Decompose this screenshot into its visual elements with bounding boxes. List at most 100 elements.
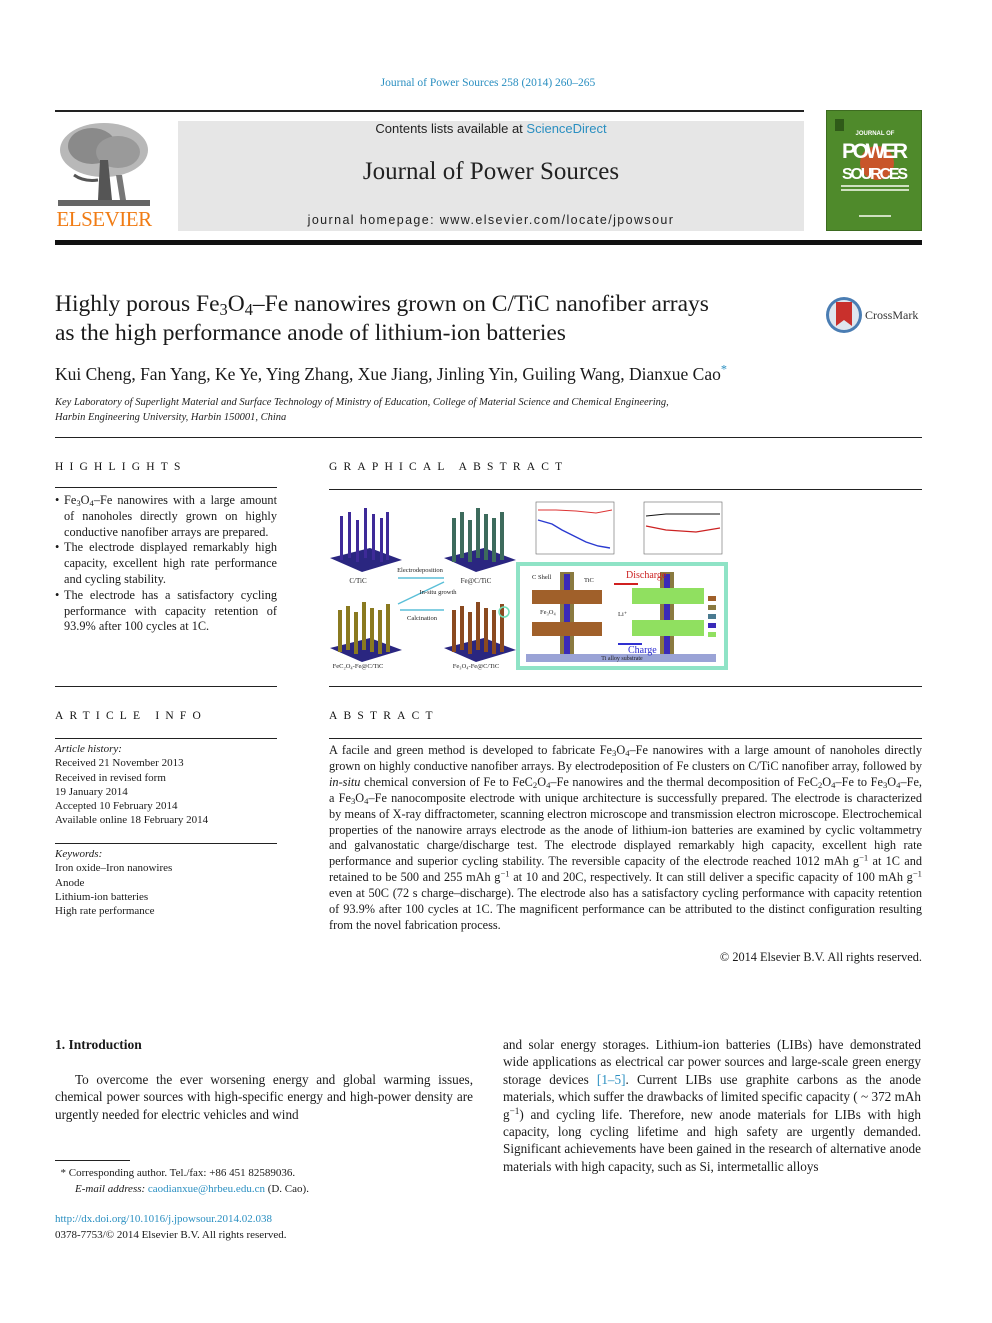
crossmark-icon [826, 297, 862, 333]
keywords: Keywords: Iron oxide–Iron nanowires Anod… [55, 847, 277, 918]
article-title: Highly porous Fe3O4–Fe nanowires grown o… [55, 290, 815, 348]
body-span: ) and cycling life. Therefore, new anode… [503, 1106, 921, 1174]
keyword-item: Iron oxide–Iron nanowires [55, 862, 173, 875]
highlight-item: The electrode displayed remarkably high … [55, 540, 277, 587]
abstract-span: A facile and green method is developed t… [329, 743, 612, 757]
label-electrodeposition: Electrodeposition [397, 567, 444, 574]
email-label: E-mail address: [75, 1183, 146, 1195]
fec2o4-array-illustration [330, 602, 402, 662]
abstract-rule-top [329, 738, 922, 739]
fe3o4-array-illustration [444, 602, 516, 662]
doi-link[interactable]: http://dx.doi.org/10.1016/j.jpowsour.201… [55, 1211, 287, 1227]
article-info-rule-top [55, 738, 277, 739]
abstract-span: at 10 and 20C, respectively. It can stil… [509, 870, 913, 885]
journal-title: Journal of Power Sources [362, 158, 620, 185]
affiliation: Key Laboratory of Superlight Material an… [55, 395, 815, 425]
intro-paragraph-right: and solar energy storages. Lithium-ion b… [503, 1036, 921, 1175]
authors-text: Kui Cheng, Fan Yang, Ke Ye, Ying Zhang, … [55, 364, 721, 384]
label-c-shell: C Shell [532, 574, 552, 581]
email-suffix: (D. Cao). [264, 1183, 309, 1195]
crossmark-badge[interactable]: CrossMark [825, 296, 925, 334]
article-info-heading: ARTICLE INFO [55, 710, 207, 722]
history-item: Received in revised form [55, 771, 166, 784]
journal-reference-link[interactable]: Journal of Power Sources 258 (2014) 260–… [0, 77, 976, 89]
cover-line2: POWER [842, 140, 908, 163]
fe-ctic-array-illustration [444, 508, 516, 572]
abstract-span: –Fe to Fe [835, 774, 883, 789]
journal-masthead: Contents lists available at ScienceDirec… [178, 121, 804, 231]
cover-line1: JOURNAL OF [856, 131, 895, 137]
label-insitu-growth: In-situ growth [419, 589, 457, 596]
abstract-sup: −1 [859, 852, 869, 863]
highlights-rule-bottom [55, 686, 277, 687]
affiliation-rule [55, 437, 922, 438]
section-heading-introduction: 1. Introduction [55, 1037, 142, 1052]
footnote-text: Corresponding author. Tel./fax: +86 451 … [66, 1167, 296, 1179]
abstract-sup: −1 [912, 868, 922, 879]
crossmark-label: CrossMark [865, 308, 919, 322]
highlight-text: O [80, 493, 90, 507]
body-sup: −1 [509, 1105, 520, 1116]
ctic-array-illustration [330, 508, 402, 572]
label-calcination: Calcination [407, 615, 438, 622]
email-link[interactable]: caodianxue@hrbeu.edu.cn [148, 1183, 265, 1195]
abstract-text: A facile and green method is developed t… [329, 743, 922, 934]
keywords-label: Keywords: [55, 848, 103, 860]
abstract-span: –Fe nanocomposite electrode with unique … [329, 790, 922, 869]
contents-available-line: Contents lists available at ScienceDirec… [178, 121, 804, 136]
corresponding-author-marker[interactable]: * [721, 362, 727, 376]
keyword-item: High rate performance [55, 905, 155, 918]
affiliation-line: Key Laboratory of Superlight Material an… [55, 397, 669, 408]
highlights-heading: HIGHLIGHTS [55, 461, 187, 473]
footnote-rule [55, 1160, 130, 1161]
cycling-mini-chart [643, 501, 723, 555]
label-fe3o4: Fe₃O₄-Fe@C/TiC [453, 663, 499, 670]
elsevier-wordmark: ELSEVIER [56, 207, 152, 231]
abstract-span: even at 50C (72 s charge–discharge). The… [329, 886, 922, 932]
label-substrate: Ti alloy substrate [601, 656, 643, 662]
elsevier-logo[interactable]: ELSEVIER [54, 120, 154, 232]
label-fe3o4-small: Fe₃O₄ [540, 609, 556, 616]
title-text: O [227, 291, 245, 317]
sciencedirect-link[interactable]: ScienceDirect [526, 121, 606, 136]
label-discharge: Discharge [626, 570, 667, 581]
footnote: * Corresponding author. Tel./fax: +86 45… [55, 1165, 475, 1197]
intro-paragraph-left: To overcome the ever worsening energy an… [55, 1072, 473, 1122]
label-charge: Charge [628, 645, 657, 656]
cover-line3: SOURCES [842, 166, 908, 183]
title-text: as the high performance anode of lithium… [55, 320, 566, 346]
header-top-rule [55, 110, 804, 112]
journal-homepage-link[interactable]: journal homepage: www.elsevier.com/locat… [178, 213, 804, 227]
history-item: Received 21 November 2013 [55, 757, 184, 770]
journal-cover-art: JOURNAL OF POWER SOURCES [827, 111, 921, 230]
issn-line: 0378-7753/© 2014 Elsevier B.V. All right… [55, 1229, 287, 1241]
title-subscript: 3 [219, 300, 228, 320]
doi-block: http://dx.doi.org/10.1016/j.jpowsour.201… [55, 1211, 287, 1243]
label-tic: TiC [584, 577, 594, 584]
title-subscript: 4 [244, 300, 253, 320]
highlight-text: –Fe nanowires with a large amount of nan… [64, 493, 277, 539]
abstract-span: O [537, 774, 547, 789]
author-list: Kui Cheng, Fan Yang, Ke Ye, Ying Zhang, … [55, 362, 727, 385]
graphical-abstract-svg: C/TiC Fe@C/TiC Electrodeposition In-situ… [330, 501, 728, 670]
abstract-span: O [887, 774, 897, 789]
label-fec2o4: FeC₂O₄-Fe@C/TiC [333, 663, 384, 670]
header-thick-rule [55, 240, 922, 245]
graphical-abstract-figure[interactable]: C/TiC Fe@C/TiC Electrodeposition In-situ… [326, 498, 730, 672]
contents-prefix: Contents lists available at [375, 121, 527, 136]
label-li-ion: Li⁺ [618, 611, 628, 618]
keyword-item: Anode [55, 876, 85, 889]
highlight-text: Fe [64, 493, 77, 507]
title-text: –Fe nanowires grown on C/TiC nanofiber a… [252, 291, 709, 317]
abstract-copyright: © 2014 Elsevier B.V. All rights reserved… [719, 950, 922, 964]
email-note: E-mail address: caodianxue@hrbeu.edu.cn … [55, 1181, 475, 1197]
reference-link[interactable]: [1–5] [597, 1072, 626, 1087]
article-info-rule-mid [55, 843, 277, 844]
corresponding-author-note: * Corresponding author. Tel./fax: +86 45… [55, 1165, 475, 1181]
abstract-sup: −1 [500, 868, 510, 879]
title-text: Highly porous Fe [55, 291, 220, 317]
article-history: Article history: Received 21 November 20… [55, 742, 277, 828]
rate-performance-mini-chart [535, 501, 615, 555]
journal-cover-thumbnail[interactable]: JOURNAL OF POWER SOURCES [826, 110, 922, 231]
keyword-item: Lithium-ion batteries [55, 890, 149, 903]
